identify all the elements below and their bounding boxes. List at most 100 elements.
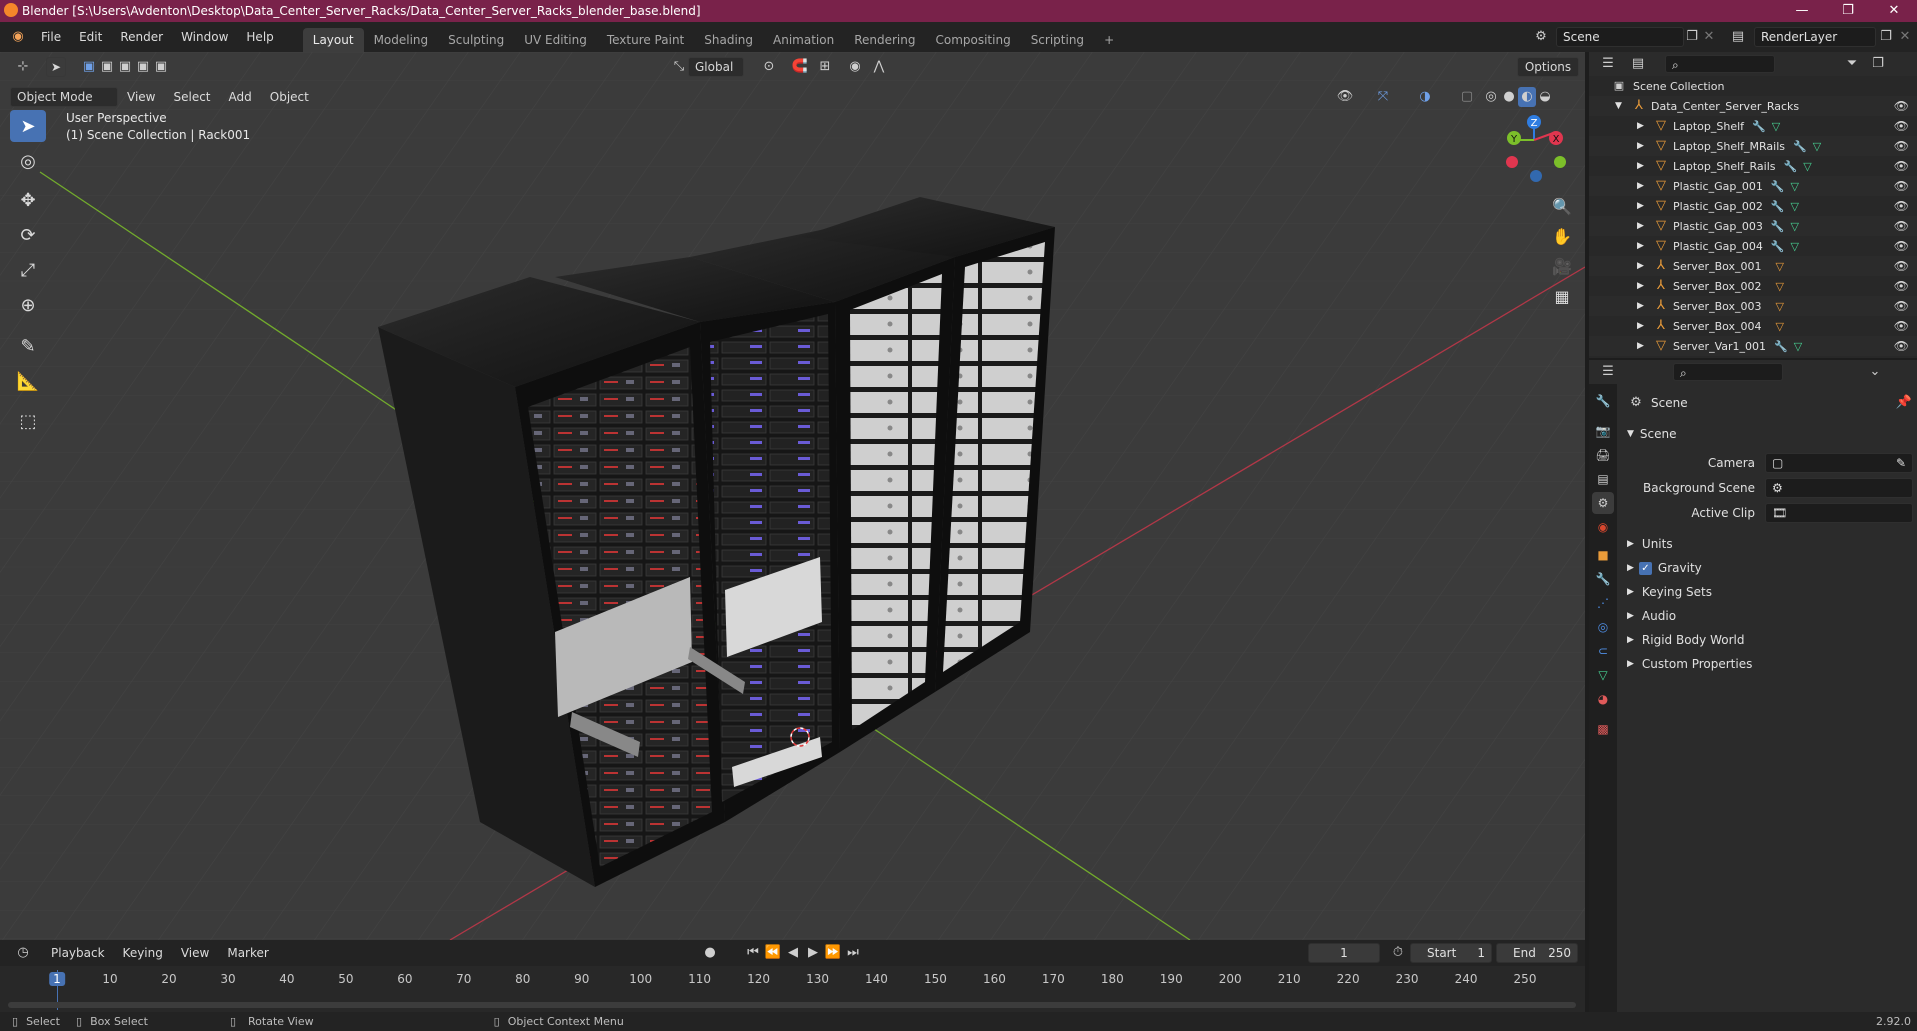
- pin-icon[interactable]: 📌: [1895, 393, 1913, 413]
- jump-keyframe-forward-icon[interactable]: ⏩: [824, 943, 842, 963]
- outliner-item-row[interactable]: ▶ ▽ Plastic_Gap_003 🔧 ▽ 👁: [1589, 216, 1917, 236]
- select-new-icon[interactable]: ▣: [80, 57, 98, 77]
- overlay-toggle-icon[interactable]: ◑: [1410, 87, 1440, 107]
- outliner-item-row[interactable]: ▶ ⅄ Server_Box_004 ▽ 👁: [1589, 316, 1917, 336]
- modifier-icon[interactable]: 🔧: [1793, 140, 1807, 153]
- properties-options-icon[interactable]: ⌄: [1865, 362, 1885, 382]
- particles-tab-icon[interactable]: ⋰: [1592, 592, 1614, 614]
- expand-arrow-icon[interactable]: ▶: [1637, 301, 1649, 311]
- perspective-toggle-icon[interactable]: ▦: [1548, 282, 1576, 310]
- child-objects-icon[interactable]: ▽: [1776, 320, 1784, 333]
- menu-render[interactable]: Render: [111, 22, 172, 52]
- axis-gizmo[interactable]: Z Y X: [1490, 110, 1570, 190]
- select-subtract-icon[interactable]: ▣: [116, 57, 134, 77]
- properties-search-input[interactable]: ⌕: [1673, 363, 1783, 381]
- texture-tab-icon[interactable]: ▩: [1592, 718, 1614, 740]
- scene-tab-icon[interactable]: ⚙: [1592, 492, 1614, 514]
- eye-icon[interactable]: 👁: [1894, 139, 1909, 153]
- mesh-data-icon[interactable]: ▽: [1791, 180, 1799, 193]
- expand-arrow-icon[interactable]: ▶: [1637, 341, 1649, 351]
- viewport-menu-view[interactable]: View: [118, 82, 164, 112]
- mesh-data-icon[interactable]: ▽: [1813, 140, 1821, 153]
- scene-icon[interactable]: ⚙: [1526, 27, 1556, 47]
- play-icon[interactable]: ▶: [804, 943, 822, 963]
- select-difference-icon[interactable]: ▣: [134, 57, 152, 77]
- eye-icon[interactable]: 👁: [1894, 179, 1909, 193]
- eye-icon[interactable]: 👁: [1894, 119, 1909, 133]
- scale-tool-icon[interactable]: ⤢: [10, 254, 46, 286]
- pivot-point-icon[interactable]: ⊙: [754, 57, 784, 77]
- modifier-icon[interactable]: 🔧: [1771, 200, 1785, 213]
- material-shading-icon[interactable]: ◐: [1518, 87, 1536, 107]
- eye-icon[interactable]: 👁: [1894, 339, 1909, 353]
- expand-arrow-icon[interactable]: ▶: [1637, 161, 1649, 171]
- menu-file[interactable]: File: [32, 22, 70, 52]
- tab-shading[interactable]: Shading: [694, 28, 763, 52]
- outliner-item-row[interactable]: ▶ ▽ Plastic_Gap_002 🔧 ▽ 👁: [1589, 196, 1917, 216]
- outliner-item-row[interactable]: ▶ ▽ Laptop_Shelf_Rails 🔧 ▽ 👁: [1589, 156, 1917, 176]
- current-frame-marker[interactable]: 1: [49, 972, 65, 986]
- material-tab-icon[interactable]: ◕: [1592, 688, 1614, 710]
- timeline-menu-keying[interactable]: Keying: [114, 938, 172, 968]
- timeline-menu-view[interactable]: View: [172, 938, 218, 968]
- blender-menu-icon[interactable]: ◉: [4, 27, 32, 47]
- modifier-icon[interactable]: 🔧: [1771, 220, 1785, 233]
- constraints-tab-icon[interactable]: ⊂: [1592, 640, 1614, 662]
- measure-tool-icon[interactable]: 📐: [10, 365, 46, 397]
- viewport-menu-add[interactable]: Add: [220, 82, 261, 112]
- filter-icon[interactable]: ⏷: [1837, 54, 1867, 74]
- proportional-edit-icon[interactable]: ◉: [846, 57, 864, 77]
- tab-scripting[interactable]: Scripting: [1021, 28, 1094, 52]
- modifier-icon[interactable]: 🔧: [1752, 120, 1766, 133]
- gravity-panel-header[interactable]: ▶ ✓ Gravity: [1625, 557, 1913, 579]
- current-frame-field[interactable]: 1: [1308, 943, 1380, 963]
- mesh-data-icon[interactable]: ▽: [1791, 240, 1799, 253]
- snap-icon[interactable]: 🧲: [790, 57, 810, 77]
- scene-selector[interactable]: Scene: [1556, 27, 1684, 47]
- pan-hand-icon[interactable]: ✋: [1548, 222, 1576, 250]
- new-renderlayer-icon[interactable]: ❐: [1876, 27, 1896, 47]
- menu-edit[interactable]: Edit: [70, 22, 111, 52]
- outliner-item-row[interactable]: ▶ ⅄ Server_Box_003 ▽ 👁: [1589, 296, 1917, 316]
- modifier-icon[interactable]: 🔧: [1784, 160, 1798, 173]
- data-tab-icon[interactable]: ▽: [1592, 664, 1614, 686]
- editor-type-icon[interactable]: ⊹: [8, 57, 38, 77]
- solid-shading-icon[interactable]: ●: [1500, 87, 1518, 107]
- view-layer-tab-icon[interactable]: ▤: [1592, 468, 1614, 490]
- select-intersect-icon[interactable]: ▣: [152, 57, 170, 77]
- eye-icon[interactable]: 👁: [1894, 259, 1909, 273]
- delete-renderlayer-icon[interactable]: ✕: [1896, 27, 1914, 47]
- eye-icon[interactable]: 👁: [1894, 199, 1909, 213]
- rotate-tool-icon[interactable]: ⟳: [10, 219, 46, 251]
- tab-sculpting[interactable]: Sculpting: [438, 28, 514, 52]
- 3d-viewport[interactable]: [0, 52, 1585, 940]
- outliner-item-row[interactable]: ▶ ▽ Plastic_Gap_004 🔧 ▽ 👁: [1589, 236, 1917, 256]
- outliner-collection-row[interactable]: ▼ ⅄ Data_Center_Server_Racks 👁: [1589, 96, 1917, 116]
- outliner-root-row[interactable]: ▣ Scene Collection: [1589, 76, 1917, 96]
- jump-start-icon[interactable]: ⏮: [744, 943, 762, 963]
- modifier-icon[interactable]: 🔧: [1771, 180, 1785, 193]
- renderlayer-icon[interactable]: ▤: [1722, 27, 1754, 47]
- eye-icon[interactable]: 👁: [1894, 99, 1909, 113]
- eyedropper-icon[interactable]: ✎: [1896, 454, 1906, 472]
- physics-tab-icon[interactable]: ◎: [1592, 616, 1614, 638]
- clock-icon[interactable]: ⏱: [1386, 943, 1410, 963]
- outliner-search-input[interactable]: ⌕: [1665, 55, 1775, 73]
- timeline-menu-marker[interactable]: Marker: [218, 938, 277, 968]
- mesh-data-icon[interactable]: ▽: [1803, 160, 1811, 173]
- expand-arrow-icon[interactable]: ▶: [1637, 281, 1649, 291]
- add-cube-tool-icon[interactable]: ⬚: [10, 405, 46, 437]
- tab-animation[interactable]: Animation: [763, 28, 844, 52]
- audio-panel-header[interactable]: ▶ Audio: [1625, 605, 1913, 627]
- active-clip-input[interactable]: 🎞: [1765, 503, 1913, 523]
- rigid-body-world-panel-header[interactable]: ▶ Rigid Body World: [1625, 629, 1913, 651]
- modifier-icon[interactable]: 🔧: [1771, 240, 1785, 253]
- expand-arrow-icon[interactable]: ▶: [1637, 321, 1649, 331]
- expand-arrow-icon[interactable]: ▶: [1637, 241, 1649, 251]
- jump-keyframe-back-icon[interactable]: ⏪: [764, 943, 782, 963]
- child-objects-icon[interactable]: ▽: [1776, 280, 1784, 293]
- modifier-tab-icon[interactable]: 🔧: [1592, 568, 1614, 590]
- maximize-button[interactable]: ❐: [1825, 0, 1871, 22]
- object-tab-icon[interactable]: ■: [1592, 544, 1614, 566]
- mode-dropdown[interactable]: Object Mode: [10, 87, 118, 107]
